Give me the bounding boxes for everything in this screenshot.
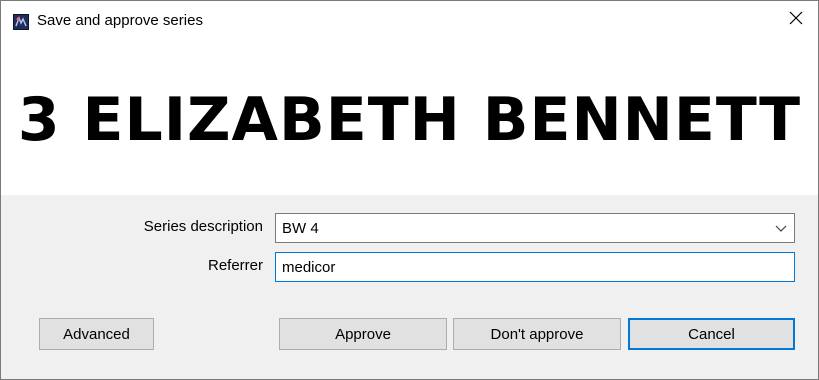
window-title: Save and approve series bbox=[37, 12, 203, 29]
save-approve-dialog: Save and approve series 3 ELIZABETH BENN… bbox=[0, 0, 819, 380]
form-area: Series description BW 4 Referrer Advance… bbox=[1, 195, 818, 379]
referrer-input[interactable] bbox=[275, 252, 795, 282]
referrer-label: Referrer bbox=[207, 257, 263, 274]
advanced-button[interactable]: Advanced bbox=[39, 318, 154, 350]
chevron-down-icon[interactable] bbox=[774, 221, 788, 235]
dont-approve-button[interactable]: Don't approve bbox=[453, 318, 621, 350]
patient-name: 3 ELIZABETH BENNETT bbox=[17, 85, 802, 155]
approve-button[interactable]: Approve bbox=[279, 318, 447, 350]
title-bar[interactable]: Save and approve series bbox=[1, 1, 818, 35]
series-description-dropdown[interactable]: BW 4 bbox=[275, 213, 795, 243]
close-button[interactable] bbox=[774, 5, 818, 35]
series-description-label: Series description bbox=[143, 218, 263, 235]
close-icon bbox=[789, 11, 803, 30]
patient-banner: 3 ELIZABETH BENNETT bbox=[1, 35, 818, 195]
app-logo-icon bbox=[13, 14, 29, 30]
cancel-button[interactable]: Cancel bbox=[628, 318, 795, 350]
series-description-value: BW 4 bbox=[282, 220, 319, 237]
